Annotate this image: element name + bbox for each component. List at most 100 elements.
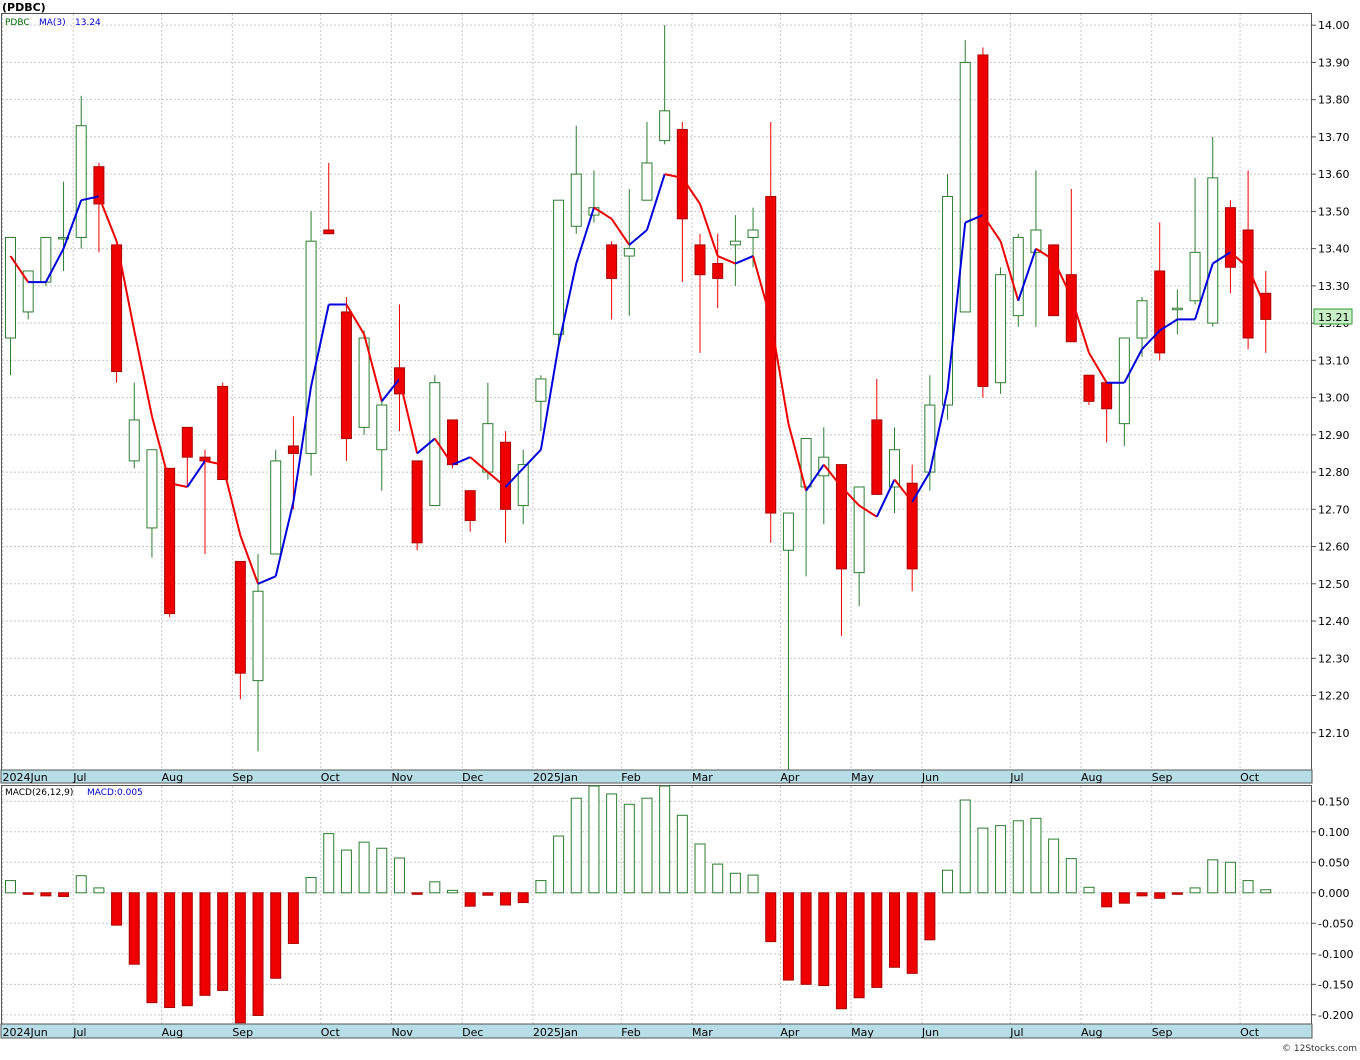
chart-root: (PDBC) 14.00 13.90 13.80 13.70 13.60 13.50 13.… xyxy=(0,0,1360,1056)
candle-body xyxy=(1101,382,1113,410)
candle-body xyxy=(1136,300,1148,339)
macd-bar xyxy=(1065,858,1077,894)
candle-body xyxy=(659,110,671,142)
candle-body xyxy=(181,426,193,458)
macd-bar xyxy=(1207,859,1219,894)
legend-ma-value: 13.24 xyxy=(75,18,101,28)
macd-x-tick-label: May xyxy=(851,1026,874,1039)
price-y-tick-label: 12.90 xyxy=(1318,429,1350,442)
macd-bar xyxy=(995,825,1007,894)
macd-x-tick-label: Aug xyxy=(1081,1026,1102,1039)
price-y-tick-label: 13.30 xyxy=(1318,280,1350,293)
price-x-axis-bar xyxy=(0,769,1313,784)
macd-bar xyxy=(270,892,282,979)
candle-body xyxy=(1242,229,1254,339)
macd-bar xyxy=(1260,889,1272,894)
macd-x-axis-bar xyxy=(0,1023,1313,1039)
macd-bar xyxy=(234,892,246,1024)
candle-body xyxy=(853,486,865,574)
price-x-tick-label: May xyxy=(851,771,874,784)
candle-body xyxy=(323,229,335,235)
macd-bar xyxy=(1224,861,1236,894)
candle-body xyxy=(535,378,547,402)
candle-body xyxy=(128,419,140,462)
candle-body xyxy=(835,464,847,570)
price-y-tick-label: 12.10 xyxy=(1318,727,1350,740)
candle-body xyxy=(146,449,158,529)
symbol-title: (PDBC) xyxy=(2,1,46,14)
macd-bar xyxy=(623,803,635,894)
macd-bar xyxy=(1154,892,1166,899)
candle-body xyxy=(252,590,264,682)
macd-bar xyxy=(782,892,794,981)
macd-bar xyxy=(252,892,264,1016)
macd-bar xyxy=(181,892,193,1007)
macd-y-tick-label: 0.050 xyxy=(1318,856,1350,869)
macd-bar xyxy=(217,892,229,991)
price-x-tick-label: Aug xyxy=(1081,771,1102,784)
price-y-tick-label: 13.40 xyxy=(1318,243,1350,256)
macd-bar xyxy=(641,797,653,894)
candle-body xyxy=(376,404,388,451)
legend-ma-label: MA(3) xyxy=(39,18,66,28)
macd-bar xyxy=(570,797,582,894)
macd-y-tick-label: 0.150 xyxy=(1318,795,1350,808)
macd-x-tick-label: Dec xyxy=(462,1026,483,1039)
macd-bar xyxy=(1083,886,1095,894)
price-x-tick-label: Sep xyxy=(232,771,253,784)
price-y-tick-label: 13.10 xyxy=(1318,354,1350,367)
macd-bar xyxy=(712,863,724,894)
macd-bar xyxy=(606,793,618,894)
candle-body xyxy=(464,490,476,521)
macd-bar xyxy=(22,892,34,895)
macd-x-tick-label: Sep xyxy=(1152,1026,1173,1039)
candle-body xyxy=(924,404,936,473)
price-x-tick-label: Dec xyxy=(462,771,483,784)
price-x-tick-label: Mar xyxy=(692,771,713,784)
macd-y-tick-label: 0.100 xyxy=(1318,826,1350,839)
price-x-tick-label: Feb xyxy=(621,771,640,784)
candle-body xyxy=(765,195,777,514)
price-y-tick-label: 13.70 xyxy=(1318,131,1350,144)
macd-value-label: MACD:0.005 xyxy=(87,788,143,798)
candle-body xyxy=(606,244,618,279)
macd-y-tick-label: 0.000 xyxy=(1318,887,1350,900)
candle-body xyxy=(305,240,317,454)
last-price-label: 13.21 xyxy=(1318,311,1350,324)
candle-body xyxy=(1207,177,1219,324)
macd-bar xyxy=(58,892,70,897)
candle-body xyxy=(1154,270,1166,354)
candle-body xyxy=(942,195,954,406)
macd-x-tick-label: Apr xyxy=(780,1026,800,1039)
macd-x-tick-label: Jul xyxy=(72,1026,86,1039)
macd-bar xyxy=(1048,838,1060,894)
macd-x-tick-label: Oct xyxy=(321,1026,341,1039)
macd-bar xyxy=(694,843,706,894)
macd-bar xyxy=(800,892,812,985)
macd-bar xyxy=(128,892,140,965)
price-x-tick-label: Jul xyxy=(1009,771,1023,784)
macd-bar xyxy=(659,785,671,894)
macd-bar xyxy=(1101,892,1113,908)
candle-body xyxy=(199,456,211,462)
macd-bar xyxy=(924,892,936,941)
macd-bar xyxy=(5,880,16,894)
price-x-tick-label: 2025Jan xyxy=(533,771,578,784)
macd-bar xyxy=(1171,892,1183,895)
macd-bar xyxy=(164,892,176,1009)
macd-bar xyxy=(1136,892,1148,897)
candle-body xyxy=(287,445,299,454)
candle-body xyxy=(1189,251,1201,302)
legend-symbol: PDBC xyxy=(5,18,30,28)
macd-bar xyxy=(376,847,388,894)
candle-body xyxy=(1171,307,1183,311)
price-y-tick-label: 12.80 xyxy=(1318,466,1350,479)
candle-body xyxy=(623,248,635,257)
candle-body xyxy=(5,236,16,339)
macd-bar xyxy=(500,892,512,906)
candle-body xyxy=(782,512,794,551)
candle-body xyxy=(676,128,688,220)
price-y-tick-label: 12.20 xyxy=(1318,690,1350,703)
macd-x-tick-label: Nov xyxy=(391,1026,413,1039)
macd-bar xyxy=(393,857,405,894)
